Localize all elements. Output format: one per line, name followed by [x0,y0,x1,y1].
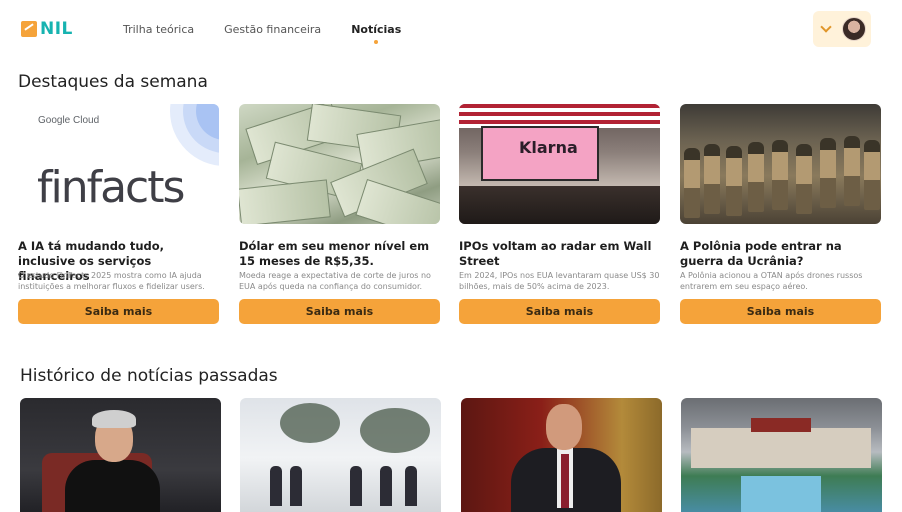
nav-item-noticias[interactable]: Notícias [351,23,402,44]
news-card: Dólar em seu menor nível em 15 meses de … [239,104,440,324]
saiba-mais-button[interactable]: Saiba mais [459,299,660,324]
news-description: O estudo FinFacts 2025 mostra como IA aj… [18,271,205,291]
chevron-down-icon [820,21,832,33]
news-description: Moeda reage a expectativa de corte de ju… [239,271,431,291]
news-description: Em 2024, IPOs nos EUA levantaram quase U… [459,271,660,291]
history-image-protest[interactable] [240,398,441,512]
nav-item-trilha-teorica[interactable]: Trilha teórica [123,23,194,36]
saiba-mais-button[interactable]: Saiba mais [18,299,219,324]
news-image-soldiers[interactable] [680,104,881,224]
crowd [459,186,660,224]
user-menu-button[interactable] [813,11,871,47]
nav-item-gestao-financeira[interactable]: Gestão financeira [224,23,321,36]
history-image-executive[interactable] [461,398,662,512]
avatar [842,17,866,41]
news-card: Klarna IPOs voltam ao radar em Wall Stre… [459,104,660,324]
logo-text: NIL [40,19,73,39]
news-description: A Polônia acionou a OTAN após drones rus… [680,271,863,291]
news-image-ipo[interactable]: Klarna [459,104,660,224]
active-indicator-dot [374,40,379,44]
section-title-highlights: Destaques da semana [18,72,208,92]
screen-text: Klarna [519,138,578,157]
google-cloud-logo: Google Cloud [38,115,100,126]
us-flag [459,104,660,128]
logo[interactable]: NIL [21,18,73,40]
news-title[interactable]: Dólar em seu menor nível em 15 meses de … [239,239,440,269]
news-card: A Polônia pode entrar na guerra da Ucrân… [680,104,881,324]
news-title[interactable]: A Polônia pode entrar na guerra da Ucrân… [680,239,881,269]
finfacts-wordmark: finfacts [37,162,185,213]
history-image-palace[interactable] [681,398,882,512]
history-image-judge[interactable] [20,398,221,512]
saiba-mais-button[interactable]: Saiba mais [239,299,440,324]
news-image-money[interactable] [239,104,440,224]
news-image-finfacts[interactable]: Google Cloud finfacts [18,104,219,224]
top-header: NIL Trilha teórica Gestão financeira Not… [0,0,902,60]
news-title[interactable]: A IA tá mudando tudo, inclusive os servi… [18,239,219,283]
main-nav: Trilha teórica Gestão financeira Notícia… [123,23,431,44]
saiba-mais-button[interactable]: Saiba mais [680,299,881,324]
news-card: Google Cloud finfacts A IA tá mudando tu… [18,104,219,324]
section-title-history: Histórico de notícias passadas [20,366,278,386]
news-title[interactable]: IPOs voltam ao radar em Wall Street [459,239,660,269]
logo-icon [21,21,37,37]
nav-item-noticias-label: Notícias [351,23,402,36]
